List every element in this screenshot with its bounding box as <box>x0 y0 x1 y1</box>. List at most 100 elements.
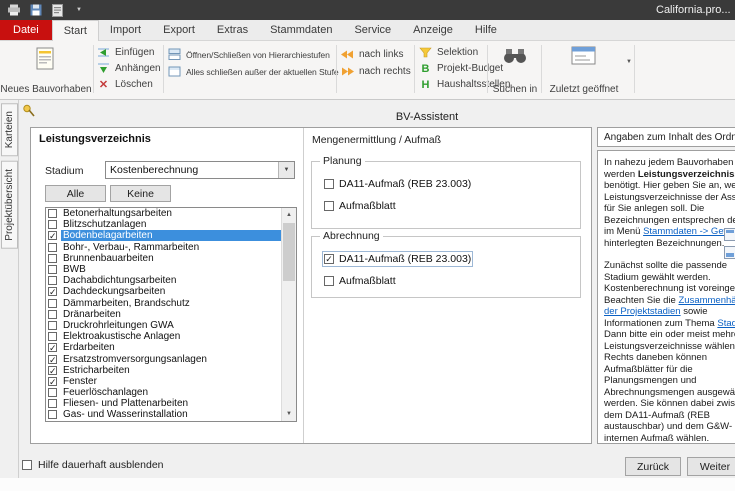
tab-export[interactable]: Export <box>152 20 206 40</box>
planung-group: Planung DA11-Aufmaß (REB 23.003) Aufmaßb… <box>311 161 581 229</box>
zurueck-button[interactable]: Zurück <box>625 457 681 476</box>
list-item[interactable]: ✓Bodenbelagarbeiten <box>46 230 281 241</box>
item-checkbox[interactable]: ✓ <box>48 343 57 352</box>
button-label: Selektion <box>437 47 478 58</box>
list-item[interactable]: Blitzschutzanlagen <box>46 219 281 230</box>
list-item[interactable]: Fliesen- und Plattenarbeiten <box>46 398 281 409</box>
neues-bauvorhaben-button[interactable]: Neues Bauvorhaben <box>1 43 91 98</box>
list-item[interactable]: Dränarbeiten <box>46 309 281 320</box>
item-label: Feuerlöschanlagen <box>61 387 150 398</box>
list-item[interactable]: ✓Ersatzstromversorgungsanlagen <box>46 353 281 364</box>
list-item[interactable]: Dachabdichtungsarbeiten <box>46 275 281 286</box>
list-item[interactable]: BWB <box>46 264 281 275</box>
checkbox-label: Aufmaßblatt <box>339 275 396 287</box>
zuletzt-geoeffnet-button[interactable]: Zuletzt geöffnet <box>545 43 623 98</box>
suchen-in-button[interactable]: Suchen in <box>491 43 539 98</box>
scroll-up-icon[interactable]: ▲ <box>282 208 296 222</box>
recent-dropdown-icon[interactable]: ▼ <box>626 59 632 65</box>
scroll-down-icon[interactable]: ▼ <box>282 407 296 421</box>
list-item[interactable]: ✓Dachdeckungsarbeiten <box>46 286 281 297</box>
item-checkbox[interactable] <box>48 399 57 408</box>
chevron-down-icon[interactable]: ▼ <box>278 162 294 178</box>
list-item[interactable]: Betonerhaltungsarbeiten <box>46 208 281 219</box>
list-item[interactable]: Druckrohrleitungen GWA <box>46 320 281 331</box>
checkbox[interactable] <box>324 179 334 189</box>
item-checkbox[interactable] <box>48 265 57 274</box>
item-checkbox[interactable] <box>48 310 57 319</box>
docked-panel-icon[interactable] <box>724 228 735 241</box>
tab-stammdaten[interactable]: Stammdaten <box>259 20 343 40</box>
tab-hilfe[interactable]: Hilfe <box>464 20 508 40</box>
loeschen-button[interactable]: ✕ Löschen <box>96 77 153 92</box>
tab-import[interactable]: Import <box>99 20 152 40</box>
item-checkbox[interactable] <box>48 276 57 285</box>
quick-access-dropdown-icon[interactable]: ▼ <box>76 7 82 13</box>
item-checkbox[interactable] <box>48 410 57 419</box>
tab-datei[interactable]: Datei <box>0 20 52 40</box>
lv-scrollbar[interactable]: ▲ ▼ <box>281 208 296 421</box>
list-item[interactable]: ✓Fenster <box>46 376 281 387</box>
tab-start[interactable]: Start <box>52 20 99 41</box>
pushpin-icon[interactable] <box>22 104 36 123</box>
planung-aufmassblatt-checkbox-row[interactable]: Aufmaßblatt <box>324 200 396 212</box>
weiter-button[interactable]: Weiter <box>687 457 735 476</box>
tab-extras[interactable]: Extras <box>206 20 259 40</box>
tab-service[interactable]: Service <box>343 20 402 40</box>
checkbox[interactable]: ✓ <box>324 254 334 264</box>
item-checkbox[interactable]: ✓ <box>48 366 57 375</box>
anhaengen-button[interactable]: Anhängen <box>96 61 161 76</box>
list-item[interactable]: Feuerlöschanlagen <box>46 387 281 398</box>
print-icon[interactable] <box>5 3 22 17</box>
item-checkbox[interactable]: ✓ <box>48 231 57 240</box>
item-checkbox[interactable] <box>48 254 57 263</box>
ribbon-separator <box>541 45 542 93</box>
save-icon[interactable] <box>27 3 44 17</box>
hide-help-checkbox[interactable] <box>22 460 32 470</box>
item-checkbox[interactable] <box>48 220 57 229</box>
append-icon <box>96 62 111 75</box>
alle-button[interactable]: Alle <box>45 185 106 202</box>
tab-anzeige[interactable]: Anzeige <box>402 20 464 40</box>
keine-button[interactable]: Keine <box>110 185 171 202</box>
hierarchy-close-all-icon <box>167 65 182 78</box>
list-item[interactable]: ✓Estricharbeiten <box>46 365 281 376</box>
scrollbar-thumb[interactable] <box>283 223 295 281</box>
abrechnung-da11-checkbox-row[interactable]: ✓ DA11-Aufmaß (REB 23.003) <box>324 253 471 265</box>
nach-rechts-button[interactable]: nach rechts <box>340 64 411 79</box>
open-close-hierarchy-button[interactable]: Öffnen/Schließen von Hierarchiestufen <box>167 47 330 62</box>
list-item[interactable]: ✓Erdarbeiten <box>46 342 281 353</box>
close-all-except-button[interactable]: Alles schließen außer der aktuellen Stuf… <box>167 64 339 79</box>
item-checkbox[interactable] <box>48 243 57 252</box>
item-checkbox[interactable] <box>48 209 57 218</box>
item-label: Bohr-, Verbau-, Rammarbeiten <box>61 242 201 253</box>
list-item[interactable]: Dämmarbeiten, Brandschutz <box>46 298 281 309</box>
list-item[interactable]: Brunnenbauarbeiten <box>46 253 281 264</box>
help-link[interactable]: Stadien <box>717 318 735 329</box>
nach-links-button[interactable]: nach links <box>340 47 403 62</box>
assistant-panel: Leistungsverzeichnis Mengenermittlung / … <box>30 127 592 444</box>
item-checkbox[interactable]: ✓ <box>48 377 57 386</box>
checkbox[interactable] <box>324 201 334 211</box>
export-icon[interactable] <box>49 3 66 17</box>
einfuegen-button[interactable]: Einfügen <box>96 45 154 60</box>
list-item[interactable]: Bohr-, Verbau-, Rammarbeiten <box>46 242 281 253</box>
item-label: Gas- und Wasserinstallation <box>61 409 190 420</box>
item-checkbox[interactable] <box>48 321 57 330</box>
item-checkbox[interactable]: ✓ <box>48 355 57 364</box>
item-checkbox[interactable] <box>48 388 57 397</box>
hide-help-row[interactable]: Hilfe dauerhaft ausblenden <box>22 459 164 471</box>
sidetab-projektuebersicht[interactable]: Projektübersicht <box>1 161 18 249</box>
help-link[interactable]: Stammdaten -> Gewerke <box>643 226 735 237</box>
checkbox[interactable] <box>324 276 334 286</box>
list-item[interactable]: Gas- und Wasserinstallation <box>46 409 281 420</box>
stadium-dropdown[interactable]: Kostenberechnung ▼ <box>105 161 295 179</box>
selektion-button[interactable]: Selektion <box>418 45 478 60</box>
item-checkbox[interactable] <box>48 299 57 308</box>
docked-panel-icon[interactable] <box>724 246 735 259</box>
planung-da11-checkbox-row[interactable]: DA11-Aufmaß (REB 23.003) <box>324 178 471 190</box>
item-checkbox[interactable] <box>48 332 57 341</box>
sidetab-karteien[interactable]: Karteien <box>1 103 18 156</box>
list-item[interactable]: Elektroakustische Anlagen <box>46 331 281 342</box>
abrechnung-aufmassblatt-checkbox-row[interactable]: Aufmaßblatt <box>324 275 396 287</box>
item-checkbox[interactable]: ✓ <box>48 287 57 296</box>
